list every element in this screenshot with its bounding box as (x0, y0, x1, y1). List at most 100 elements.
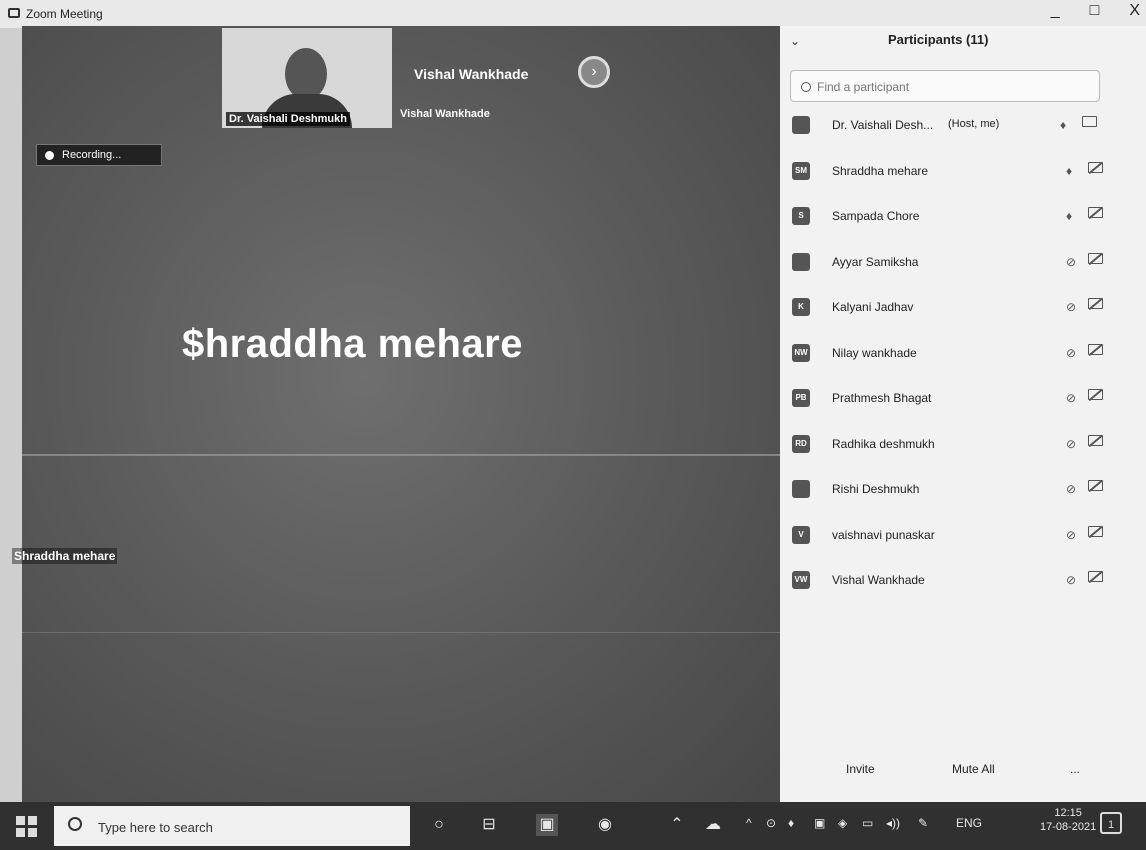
participant-search-input[interactable] (815, 75, 1089, 99)
recording-label: Recording... (62, 149, 122, 161)
participant-row[interactable]: NW Nilay wankhade ⊘ (780, 338, 1146, 384)
mic-muted-icon[interactable]: ⊘ (1066, 573, 1076, 587)
cloud-icon[interactable]: ☁ (702, 814, 724, 836)
zoom-app-icon (8, 8, 20, 18)
thumbnail-name-label: Dr. Vaishali Deshmukh (226, 112, 350, 126)
participant-row[interactable]: SM Shraddha mehare ♦ (780, 156, 1146, 202)
main-video-area[interactable]: Dr. Vaishali Deshmukh Vishal Wankhade Vi… (12, 26, 780, 802)
video-camera-icon[interactable] (1082, 116, 1097, 127)
mic-muted-icon[interactable]: ⊘ (1066, 300, 1076, 314)
participant-row[interactable]: Rishi Deshmukh ⊘ (780, 474, 1146, 520)
show-hidden-icons[interactable]: ^ (746, 816, 752, 830)
video-off-icon[interactable] (1088, 480, 1103, 491)
participant-name: vaishnavi punaskar (832, 527, 935, 542)
participant-row[interactable]: RD Radhika deshmukh ⊘ (780, 429, 1146, 475)
chrome-taskbar-icon[interactable]: ◉ (594, 814, 616, 836)
photo-crease (22, 632, 780, 633)
participant-row[interactable]: K Kalyani Jadhav ⊘ (780, 292, 1146, 338)
participant-name: Radhika deshmukh (832, 436, 935, 451)
video-off-icon[interactable] (1088, 571, 1103, 582)
close-button[interactable]: X (1129, 2, 1140, 20)
mic-muted-icon[interactable]: ⊘ (1066, 528, 1076, 542)
volume-icon[interactable]: ◂)) (886, 816, 900, 830)
participants-panel: ⌄ Participants (11) Dr. Vaishali Desh...… (780, 26, 1146, 802)
participant-name: Vishal Wankhade (832, 573, 925, 587)
shield-icon[interactable]: ◈ (838, 816, 847, 830)
microphone-icon[interactable]: ♦ (1066, 209, 1072, 223)
microphone-icon[interactable]: ♦ (1060, 118, 1066, 132)
thumbnail-participant-name: Vishal Wankhade (414, 66, 529, 82)
participant-name: Rishi Deshmukh (832, 482, 920, 496)
video-off-icon[interactable] (1088, 389, 1103, 400)
chevron-down-icon[interactable]: ⌄ (790, 34, 800, 48)
participant-avatar (792, 480, 810, 498)
windows-taskbar: Type here to search ○ ⊟ ▣ ◉ ⌃ ☁ ^ ⊙ ♦ ▣ … (0, 802, 1146, 850)
microphone-icon[interactable]: ♦ (788, 816, 794, 830)
participants-title: Participants (11) (888, 32, 989, 47)
more-button[interactable]: ... (1070, 762, 1080, 776)
participant-head (285, 48, 327, 100)
record-icon (45, 150, 54, 160)
participant-search[interactable] (790, 70, 1100, 102)
participant-name: Nilay wankhade (832, 345, 917, 360)
chevron-up-icon[interactable]: ⌃ (666, 814, 688, 836)
maximize-button[interactable]: □ (1090, 2, 1100, 20)
video-off-icon[interactable] (1088, 252, 1103, 264)
clock-date: 17-08-2021 (1040, 821, 1097, 833)
video-off-icon[interactable] (1088, 207, 1103, 218)
participant-avatar: SM (792, 161, 810, 180)
invite-button[interactable]: Invite (846, 762, 875, 776)
participant-row[interactable]: S Sampada Chore ♦ (780, 201, 1146, 247)
participant-name: Shraddha mehare (832, 163, 929, 178)
participant-row[interactable]: Dr. Vaishali Desh... (Host, me) ♦ (780, 110, 1146, 156)
notification-center-button[interactable]: 1 (1100, 812, 1122, 834)
mic-muted-icon[interactable]: ⊘ (1066, 391, 1076, 405)
participant-avatar: PB (792, 389, 810, 407)
mic-muted-icon[interactable]: ⊘ (1066, 437, 1076, 451)
participant-name: Kalyani Jadhav (832, 300, 914, 314)
photo-crease (22, 454, 780, 456)
participant-name: Sampada Chore (832, 209, 920, 223)
participant-name: Dr. Vaishali Desh... (832, 118, 934, 132)
panel-footer: Invite Mute All ... (780, 762, 1146, 792)
participant-row[interactable]: VW Vishal Wankhade ⊘ (780, 565, 1146, 611)
search-icon (801, 82, 811, 92)
video-off-icon[interactable] (1088, 525, 1103, 537)
mic-muted-icon[interactable]: ⊘ (1066, 255, 1076, 269)
network-icon[interactable]: ⊙ (766, 816, 776, 830)
taskbar-search-placeholder: Type here to search (98, 820, 213, 835)
participant-avatar: K (792, 298, 810, 316)
display-icon[interactable]: ▭ (862, 816, 873, 830)
taskbar-clock[interactable]: 12:15 17-08-2021 (1040, 806, 1096, 834)
next-page-button[interactable]: › (578, 56, 610, 88)
video-off-icon[interactable] (1088, 161, 1103, 173)
task-view-icon[interactable]: ⊟ (478, 814, 500, 836)
security-icon[interactable]: ▣ (814, 816, 825, 830)
thumbnail-name-label: Vishal Wankhade (400, 108, 490, 120)
windows-start-button[interactable] (16, 816, 38, 838)
active-speaker-name: $hraddha mehare (182, 322, 523, 366)
participant-row[interactable]: PB Prathmesh Bhagat ⊘ (780, 383, 1146, 429)
participant-name: Ayyar Samiksha (832, 254, 919, 269)
cortana-icon[interactable]: ○ (428, 814, 450, 836)
mic-muted-icon[interactable]: ⊘ (1066, 482, 1076, 496)
participant-avatar (792, 252, 810, 271)
participant-avatar: RD (792, 434, 810, 453)
mute-all-button[interactable]: Mute All (952, 762, 995, 776)
video-off-icon[interactable] (1088, 434, 1103, 446)
pen-icon[interactable]: ✎ (918, 816, 928, 830)
video-off-icon[interactable] (1088, 343, 1103, 355)
microphone-icon[interactable]: ♦ (1066, 164, 1072, 178)
language-indicator[interactable]: ENG (956, 816, 982, 830)
zoom-taskbar-icon[interactable]: ▣ (536, 814, 558, 836)
taskbar-search-box[interactable]: Type here to search (54, 806, 410, 846)
mic-muted-icon[interactable]: ⊘ (1066, 346, 1076, 360)
participant-avatar: S (792, 207, 810, 225)
minimize-button[interactable]: _ (1051, 2, 1060, 20)
participant-row[interactable]: Vvaishnavi punaskar ⊘ (780, 520, 1146, 566)
participant-row[interactable]: Ayyar Samiksha ⊘ (780, 247, 1146, 293)
recording-indicator[interactable]: Recording... (36, 144, 162, 166)
video-off-icon[interactable] (1088, 298, 1103, 309)
self-video-thumbnail[interactable]: Dr. Vaishali Deshmukh (222, 28, 392, 128)
participant-avatar (792, 116, 810, 134)
